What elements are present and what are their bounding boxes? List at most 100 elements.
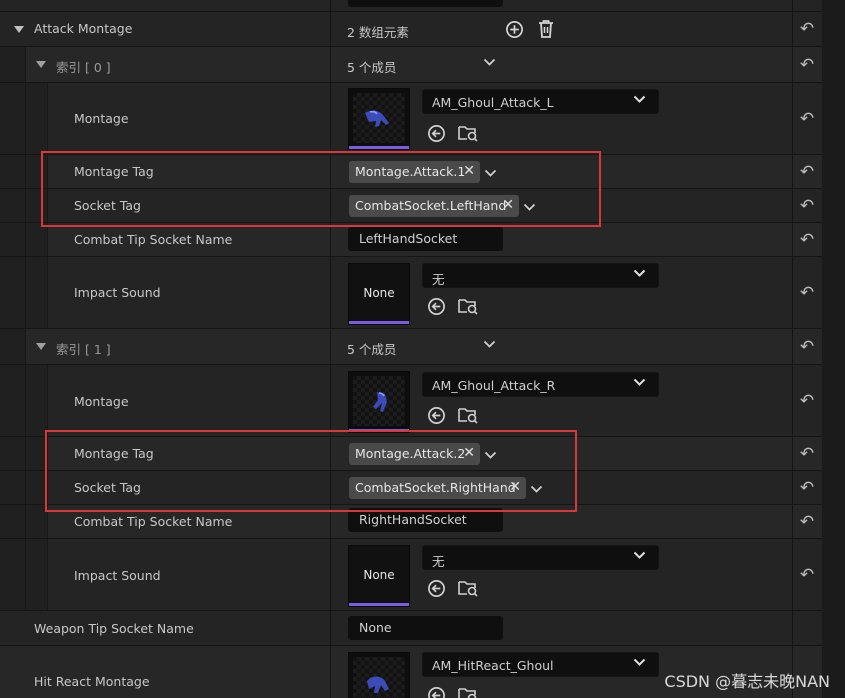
montage-asset-combo[interactable]: AM_Ghoul_Attack_L bbox=[422, 89, 659, 114]
combat-tip-label: Combat Tip Socket Name bbox=[74, 514, 233, 529]
expand-triangle-icon[interactable] bbox=[14, 26, 24, 33]
expand-triangle-icon[interactable] bbox=[36, 343, 46, 350]
hit-react-label: Hit React Montage bbox=[34, 674, 150, 689]
chevron-down-icon bbox=[633, 549, 646, 564]
reset-arrow-icon[interactable]: ↶ bbox=[792, 189, 822, 222]
chevron-down-icon bbox=[633, 267, 646, 282]
montage-thumbnail[interactable] bbox=[348, 371, 410, 433]
scrollbar-track[interactable] bbox=[822, 0, 845, 698]
folder-search-icon[interactable] bbox=[457, 684, 479, 698]
name-cell bbox=[0, 0, 331, 11]
impact-sound-label: Impact Sound bbox=[74, 285, 161, 300]
montage-label: Montage bbox=[74, 394, 129, 409]
array-count: 2 数组元素 bbox=[347, 25, 409, 40]
name-cell: Impact Sound bbox=[0, 257, 331, 328]
reset-arrow-icon[interactable]: ↶ bbox=[792, 505, 822, 538]
watermark: CSDN @暮志未晚NAN bbox=[664, 672, 830, 691]
partial-field bbox=[348, 0, 503, 7]
indent-guide bbox=[0, 365, 26, 436]
montage-thumbnail[interactable] bbox=[348, 652, 410, 698]
thumbnail-none-text: None bbox=[363, 286, 395, 300]
socket-name-field[interactable]: LeftHandSocket bbox=[348, 227, 503, 251]
sound-asset-combo[interactable]: 无 bbox=[422, 545, 659, 570]
reset-arrow-icon[interactable]: ↶ bbox=[792, 329, 822, 364]
folder-search-icon[interactable] bbox=[457, 122, 479, 144]
expand-triangle-icon[interactable] bbox=[36, 61, 46, 68]
chevron-down-icon bbox=[633, 93, 646, 108]
combo-value: AM_Ghoul_Attack_L bbox=[432, 95, 554, 110]
reset-arrow-icon[interactable]: ↶ bbox=[792, 257, 822, 328]
reset-arrow-icon[interactable]: ↶ bbox=[792, 539, 822, 610]
folder-search-icon[interactable] bbox=[457, 404, 479, 426]
name-cell: 索引 [ 1 ] bbox=[0, 329, 331, 364]
reset-arrow-icon[interactable]: ↶ bbox=[792, 12, 822, 46]
weapon-tip-row: Weapon Tip Socket Name None bbox=[0, 611, 822, 646]
reset-arrow-icon[interactable]: ↶ bbox=[792, 223, 822, 256]
field-value: LeftHandSocket bbox=[359, 231, 458, 246]
name-cell: Combat Tip Socket Name bbox=[0, 223, 331, 256]
reset-arrow-icon[interactable]: ↶ bbox=[792, 155, 822, 188]
attack-montage-label: Attack Montage bbox=[34, 21, 133, 36]
chevron-down-icon[interactable] bbox=[483, 338, 496, 352]
weapon-tip-field[interactable]: None bbox=[348, 616, 503, 640]
plus-circle-icon[interactable] bbox=[503, 18, 525, 40]
indent-guide bbox=[0, 83, 26, 154]
arrow-left-circle-icon[interactable] bbox=[425, 577, 447, 599]
folder-search-icon[interactable] bbox=[457, 577, 479, 599]
index-label: 索引 [ 1 ] bbox=[56, 342, 111, 357]
reset-arrow-icon[interactable]: ↶ bbox=[792, 47, 822, 82]
asset-type-bar bbox=[349, 321, 409, 324]
index-label: 索引 [ 0 ] bbox=[56, 60, 111, 75]
indent-guide bbox=[26, 539, 48, 610]
reset-arrow-icon[interactable]: ↶ bbox=[792, 437, 822, 470]
thumbnail-none-text: None bbox=[363, 568, 395, 582]
name-cell: Montage bbox=[0, 365, 331, 436]
indent-guide bbox=[26, 365, 48, 436]
sound-thumbnail[interactable]: None bbox=[348, 263, 410, 325]
members-count: 5 个成员 bbox=[347, 60, 397, 75]
name-cell: Attack Montage bbox=[0, 12, 331, 46]
indent-guide bbox=[0, 471, 26, 504]
attack-montage-row[interactable]: Attack Montage 2 数组元素 ↶ bbox=[0, 12, 822, 47]
chevron-down-icon[interactable] bbox=[483, 56, 496, 70]
combo-value: AM_Ghoul_Attack_R bbox=[432, 378, 556, 393]
montage-asset-combo[interactable]: AM_Ghoul_Attack_R bbox=[422, 372, 659, 397]
reset-arrow-icon[interactable]: ↶ bbox=[792, 471, 822, 504]
montage-thumbnail[interactable] bbox=[348, 88, 410, 150]
arrow-left-circle-icon[interactable] bbox=[425, 295, 447, 317]
asset-type-bar bbox=[349, 603, 409, 606]
sound-thumbnail[interactable]: None bbox=[348, 545, 410, 607]
character-preview-icon bbox=[367, 676, 389, 693]
index-0-row[interactable]: 索引 [ 0 ] 5 个成员 ↶ bbox=[0, 47, 822, 83]
indent-guide bbox=[0, 47, 26, 82]
indent-guide bbox=[26, 83, 48, 154]
reset-arrow-icon[interactable]: ↶ bbox=[792, 83, 822, 154]
indent-guide bbox=[0, 539, 26, 610]
top-partial-row bbox=[0, 0, 822, 12]
arrow-left-circle-icon[interactable] bbox=[425, 122, 447, 144]
asset-type-bar bbox=[349, 146, 409, 149]
montage-row-0: Montage AM_Ghoul_Attack_L ↶ bbox=[0, 83, 822, 155]
field-value: None bbox=[359, 620, 392, 635]
indent-guide bbox=[26, 223, 48, 256]
hit-react-combo[interactable]: AM_HitReact_Ghoul bbox=[422, 652, 659, 677]
indent-guide bbox=[0, 505, 26, 538]
index-1-row[interactable]: 索引 [ 1 ] 5 个成员 ↶ bbox=[0, 329, 822, 365]
arrow-left-circle-icon[interactable] bbox=[425, 404, 447, 426]
weapon-tip-label: Weapon Tip Socket Name bbox=[34, 621, 194, 636]
indent-guide bbox=[0, 257, 26, 328]
folder-search-icon[interactable] bbox=[457, 295, 479, 317]
combo-value: AM_HitReact_Ghoul bbox=[432, 658, 554, 673]
arrow-left-circle-icon[interactable] bbox=[425, 684, 447, 698]
name-cell: Weapon Tip Socket Name bbox=[0, 611, 331, 645]
indent-guide bbox=[0, 437, 26, 470]
chevron-down-icon bbox=[633, 376, 646, 391]
character-preview-icon bbox=[373, 392, 387, 412]
reset-arrow-icon[interactable]: ↶ bbox=[792, 365, 822, 436]
trash-icon[interactable] bbox=[535, 18, 557, 40]
members-count: 5 个成员 bbox=[347, 342, 397, 357]
highlight-box-tags-0 bbox=[41, 151, 601, 227]
sound-asset-combo[interactable]: 无 bbox=[422, 263, 659, 288]
impact-sound-row-0: Impact Sound None 无 ↶ bbox=[0, 257, 822, 329]
name-cell: 索引 [ 0 ] bbox=[0, 47, 331, 82]
